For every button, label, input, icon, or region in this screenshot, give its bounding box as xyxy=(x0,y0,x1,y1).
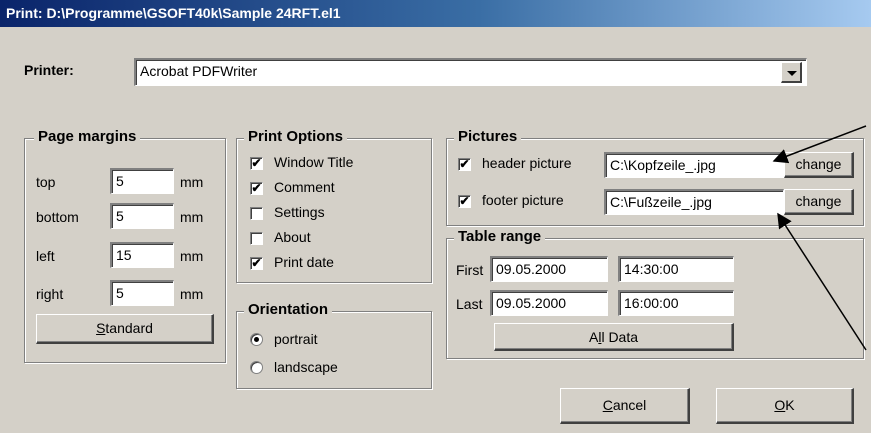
print-dialog: Print: D:\Programme\GSOFT40k\Sample 24RF… xyxy=(0,0,871,433)
annotation-arrows xyxy=(772,125,867,351)
footer-arrow-icon xyxy=(777,212,867,351)
header-arrow-icon xyxy=(772,125,867,164)
